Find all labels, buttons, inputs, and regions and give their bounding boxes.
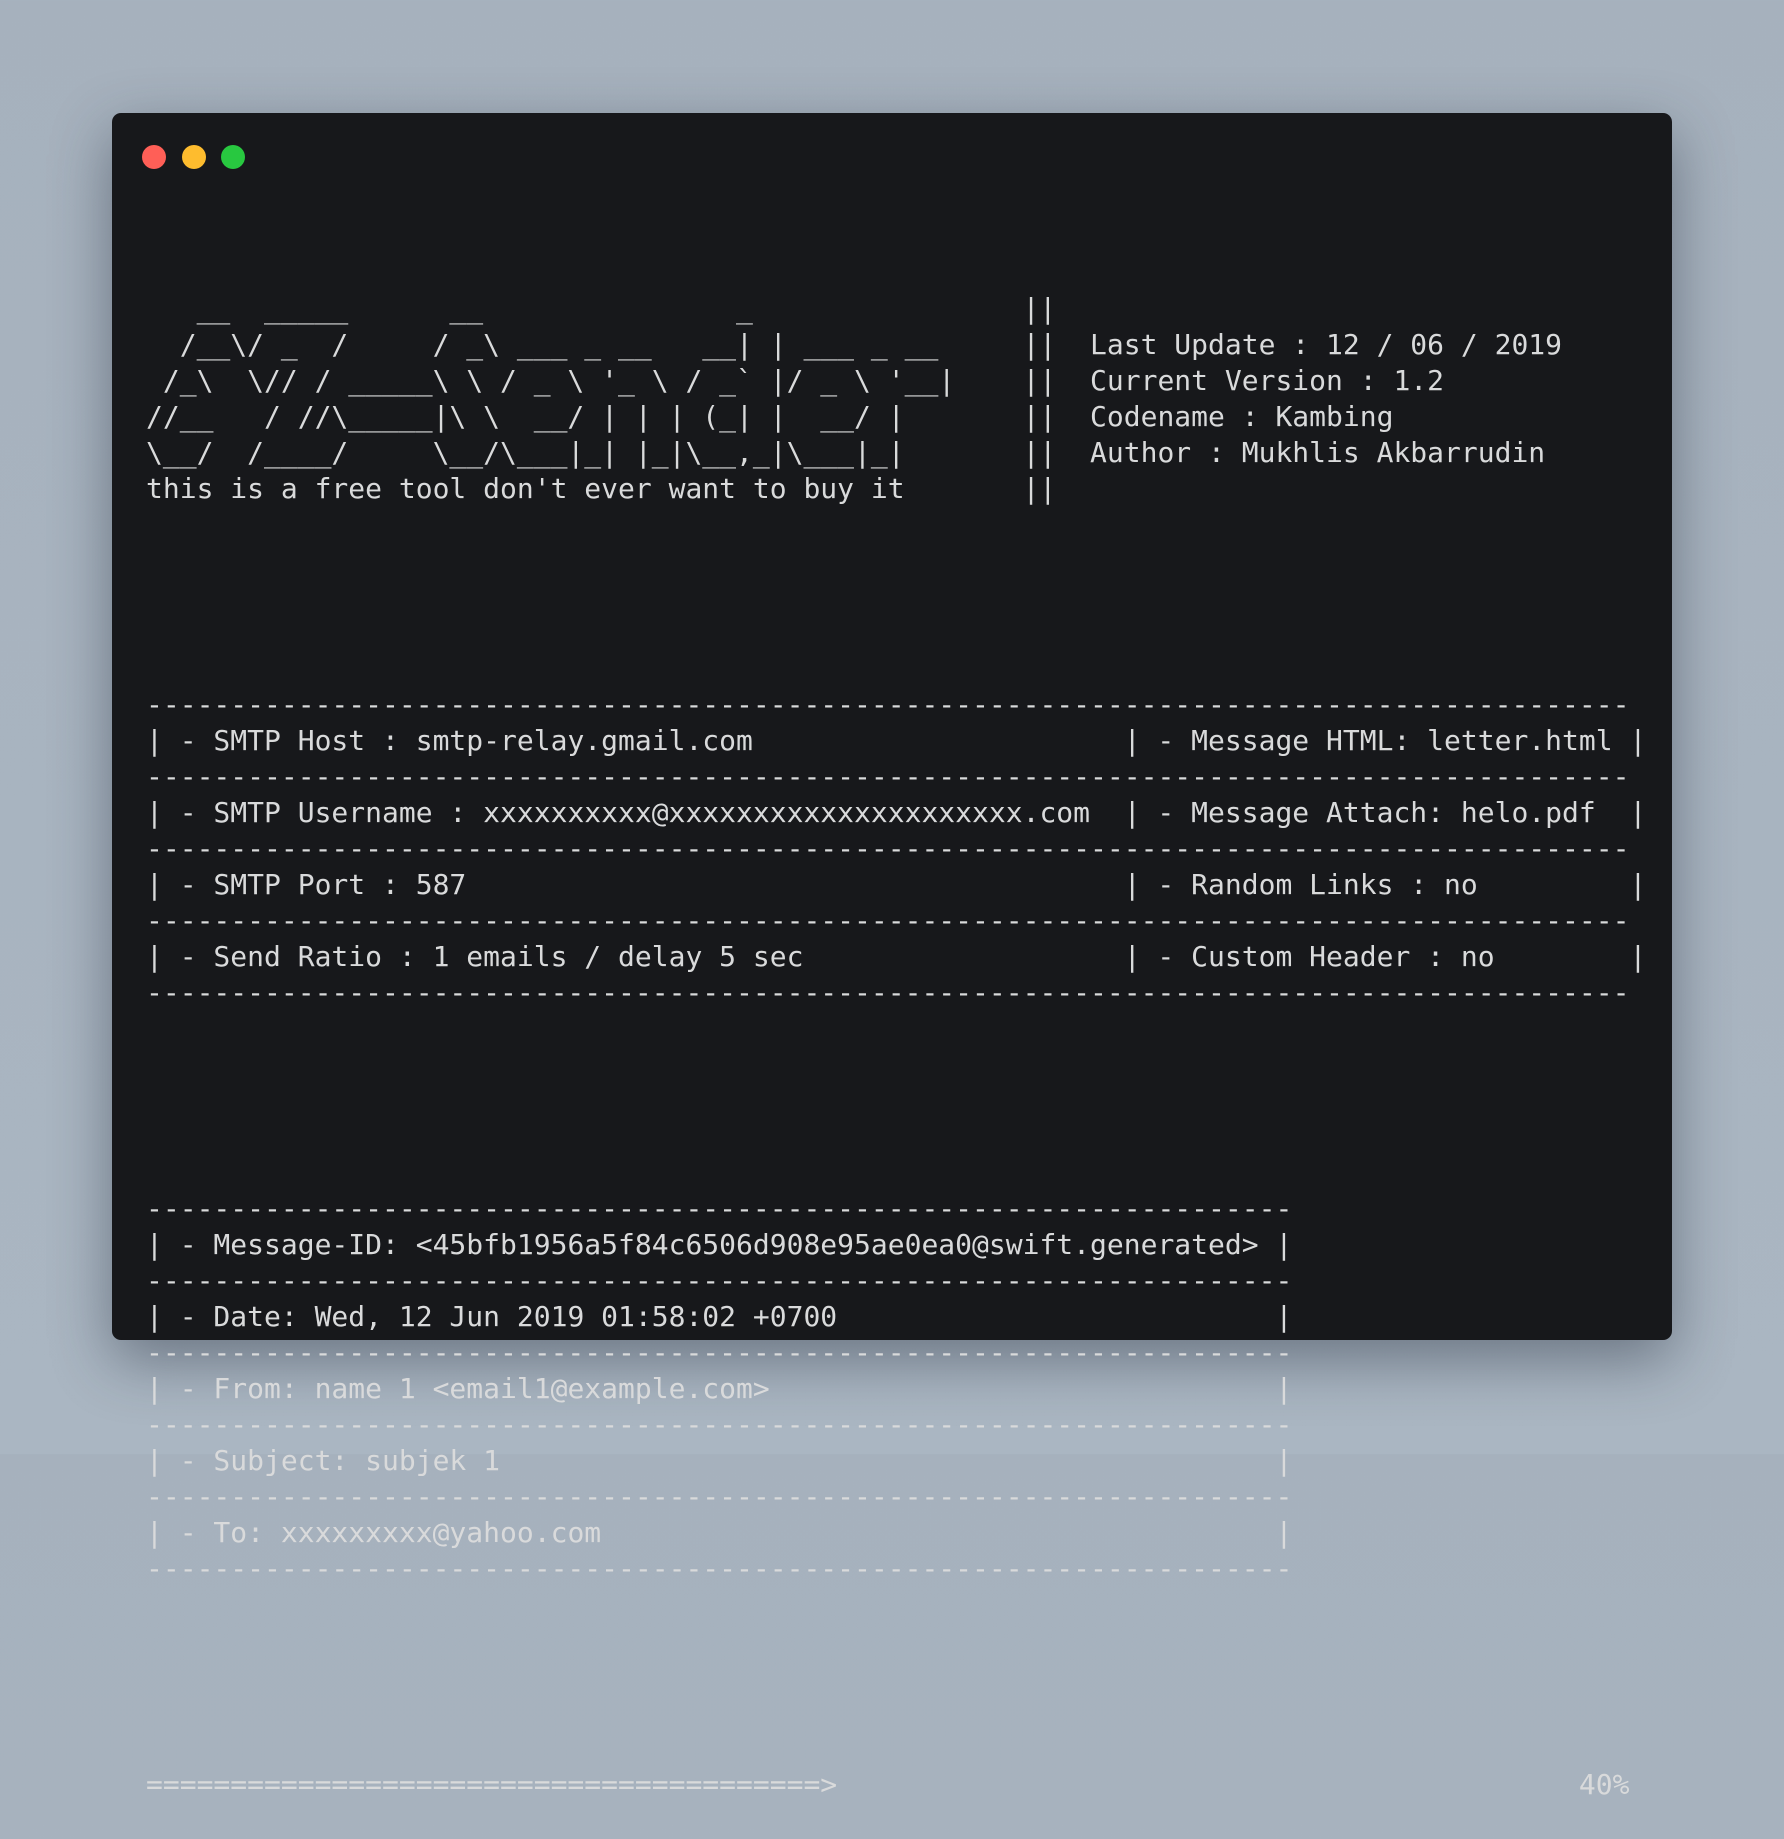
ascii-logo-line: //__ / //\_____|\ \ __/ | | | (_| | __/ …	[146, 400, 905, 433]
ascii-logo-line: __ _____ __ _	[146, 292, 753, 325]
config-left-cell: - SMTP Port : 587	[162, 868, 467, 901]
message-header-cell: - Date: Wed, 12 Jun 2019 01:58:02 +0700	[162, 1300, 838, 1333]
config-left-cell: - SMTP Host : smtp-relay.gmail.com	[162, 724, 753, 757]
table-border: |	[146, 868, 163, 901]
table-border: |	[1275, 1228, 1293, 1261]
divider: ----------------------------------------…	[146, 904, 1630, 937]
table-row: | - Subject: subjek 1 |	[146, 1443, 1646, 1479]
table-border: |	[1629, 868, 1647, 901]
banner-line: this is a free tool don't ever want to b…	[146, 471, 1646, 507]
info-text: Codename : Kambing	[1090, 400, 1394, 433]
table-border: |	[1123, 796, 1141, 829]
table-border: |	[146, 940, 163, 973]
config-left-cell: - Send Ratio : 1 emails / delay 5 sec	[162, 940, 804, 973]
table-border: |	[1629, 796, 1647, 829]
info-text: Current Version : 1.2	[1090, 364, 1445, 397]
divider: ----------------------------------------…	[146, 1264, 1293, 1297]
divider: ----------------------------------------…	[146, 760, 1630, 793]
divider: ----------------------------------------…	[146, 1192, 1293, 1225]
config-right-cell: - Custom Header : no	[1140, 940, 1495, 973]
banner-line: __ _____ __ _ ||	[146, 291, 1646, 327]
ascii-logo-line: \__/ /____/ \__/\___|_| |_|\__,_|\___|_|	[146, 436, 905, 469]
progress-row: ========================================…	[146, 1767, 1646, 1803]
table-row: | - From: name 1 <email1@example.com> |	[146, 1371, 1646, 1407]
config-table: ----------------------------------------…	[146, 687, 1646, 1011]
table-border: |	[1123, 868, 1141, 901]
divider: ----------------------------------------…	[146, 832, 1630, 865]
divider: ----------------------------------------…	[146, 1552, 1293, 1585]
table-border: |	[1123, 724, 1141, 757]
progress-bar: ========================================…	[146, 1768, 838, 1801]
table-border: |	[1275, 1300, 1293, 1333]
progress-percent: 40%	[1578, 1768, 1630, 1801]
banner-separator: ||	[1022, 472, 1057, 505]
table-row: | - To: xxxxxxxxx@yahoo.com |	[146, 1515, 1646, 1551]
banner-separator: ||	[1022, 364, 1057, 397]
table-border: |	[146, 1372, 163, 1405]
table-border: |	[1275, 1372, 1293, 1405]
table-border: |	[1629, 724, 1647, 757]
minimize-button[interactable]	[182, 145, 206, 169]
maximize-button[interactable]	[221, 145, 245, 169]
banner-line: /__\/ _ / / _\ ___ _ __ __| | ___ _ __ ||…	[146, 327, 1646, 363]
banner-line: //__ / //\_____|\ \ __/ | | | (_| | __/ …	[146, 399, 1646, 435]
table-border: |	[1275, 1444, 1293, 1477]
config-left-cell: - SMTP Username : xxxxxxxxxx@xxxxxxxxxxx…	[162, 796, 1091, 829]
table-row: | - Message-ID: <45bfb1956a5f84c6506d908…	[146, 1227, 1646, 1263]
table-row: | - Date: Wed, 12 Jun 2019 01:58:02 +070…	[146, 1299, 1646, 1335]
table-border: |	[1629, 940, 1647, 973]
divider: ----------------------------------------…	[146, 688, 1630, 721]
info-text: Last Update : 12 / 06 / 2019	[1090, 328, 1563, 361]
banner: __ _____ __ _ || /__\/ _ / / _\ ___ _ __ …	[146, 291, 1646, 507]
banner-separator: ||	[1022, 328, 1057, 361]
table-border: |	[1123, 940, 1141, 973]
ascii-logo-line: /__\/ _ / / _\ ___ _ __ __| | ___ _ __	[146, 328, 939, 361]
divider: ----------------------------------------…	[146, 1336, 1293, 1369]
table-border: |	[146, 724, 163, 757]
table-border: |	[146, 796, 163, 829]
terminal-output: __ _____ __ _ || /__\/ _ / / _\ ___ _ __ …	[146, 219, 1646, 1839]
banner-separator: ||	[1022, 292, 1057, 325]
table-row: | - Send Ratio : 1 emails / delay 5 sec |…	[146, 939, 1646, 975]
table-row: | - SMTP Port : 587 | - Random Links : no…	[146, 867, 1646, 903]
table-border: |	[146, 1228, 163, 1261]
tagline: this is a free tool don't ever want to b…	[146, 472, 905, 505]
divider: ----------------------------------------…	[146, 1408, 1293, 1441]
divider: ----------------------------------------…	[146, 1480, 1293, 1513]
table-border: |	[146, 1516, 163, 1549]
message-header-cell: - Subject: subjek 1	[162, 1444, 501, 1477]
divider: ----------------------------------------…	[146, 976, 1630, 1009]
banner-line: /_\ \// / _____\ \ / _ \ '_ \ / _` |/ _ …	[146, 363, 1646, 399]
config-right-cell: - Message HTML: letter.html	[1140, 724, 1613, 757]
banner-line: \__/ /____/ \__/\___|_| |_|\__,_|\___|_|…	[146, 435, 1646, 471]
table-row: | - SMTP Host : smtp-relay.gmail.com | - …	[146, 723, 1646, 759]
table-border: |	[146, 1300, 163, 1333]
table-border: |	[146, 1444, 163, 1477]
message-header-cell: - From: name 1 <email1@example.com>	[162, 1372, 770, 1405]
message-header-cell: - Message-ID: <45bfb1956a5f84c6506d908e9…	[162, 1228, 1259, 1261]
banner-separator: ||	[1022, 436, 1057, 469]
table-row: | - SMTP Username : xxxxxxxxxx@xxxxxxxxx…	[146, 795, 1646, 831]
close-button[interactable]	[142, 145, 166, 169]
message-header-cell: - To: xxxxxxxxx@yahoo.com	[162, 1516, 602, 1549]
info-text: Author : Mukhlis Akbarrudin	[1090, 436, 1546, 469]
banner-separator: ||	[1022, 400, 1057, 433]
ascii-logo-line: /_\ \// / _____\ \ / _ \ '_ \ / _` |/ _ …	[146, 364, 956, 397]
message-table: ----------------------------------------…	[146, 1191, 1646, 1587]
config-right-cell: - Message Attach: helo.pdf	[1140, 796, 1596, 829]
config-right-cell: - Random Links : no	[1140, 868, 1478, 901]
table-border: |	[1275, 1516, 1293, 1549]
